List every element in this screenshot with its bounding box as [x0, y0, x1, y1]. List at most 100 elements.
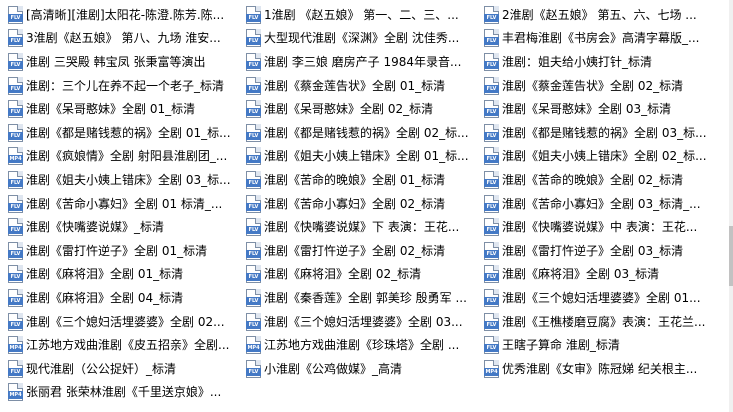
flv-file-icon: FLV: [246, 29, 261, 48]
mp4-file-icon: MP4: [246, 336, 261, 355]
file-name: 张丽君 张荣林淮剧《千里送京娘》...: [26, 385, 222, 400]
file-item[interactable]: FLV 现代淮剧（公公捉奸）_标清: [8, 357, 238, 381]
file-item[interactable]: FLV 淮剧《雷打忤逆子》全剧 02_标清: [246, 239, 476, 263]
file-item[interactable]: FLV 淮剧《雷打忤逆子》全剧 01_标清: [8, 239, 238, 263]
file-item[interactable]: FLV 淮剧《呆哥憨妹》全剧 01_标清: [8, 97, 238, 121]
file-item[interactable]: FLV 淮剧 李三娘 磨房产子 1984年录音...: [246, 50, 476, 74]
flv-file-icon: FLV: [246, 241, 261, 260]
file-item[interactable]: MP4 张丽君 张荣林淮剧《千里送京娘》...: [8, 381, 238, 405]
file-name: 淮剧《秦香莲》全剧 郭美珍 殷勇军 ...: [264, 290, 467, 305]
flv-file-icon: FLV: [246, 312, 261, 331]
file-name: 淮剧《雷打忤逆子》全剧 02_标清: [264, 243, 446, 258]
file-item[interactable]: FLV [高清晰][淮剧]太阳花-陈澄.陈芳.陈...: [8, 3, 238, 27]
file-item[interactable]: FLV 淮剧《苦命小寡妇》全剧 02_标清: [246, 192, 476, 216]
file-name: 淮剧《雷打忤逆子》全剧 01_标清: [26, 243, 208, 258]
flv-file-icon: FLV: [484, 52, 499, 71]
file-name: 淮剧《苦命的晚娘》全剧 01_标清: [264, 172, 446, 187]
vertical-scrollbar[interactable]: [729, 0, 733, 412]
file-item[interactable]: FLV 丰君梅淮剧《书房会》高清字幕版_...: [484, 27, 714, 51]
file-item[interactable]: FLV 淮剧《雷打忤逆子》全剧 03_标清: [484, 239, 714, 263]
file-item[interactable]: FLV 淮剧《快嘴婆说媒》下 表演：王花...: [246, 215, 476, 239]
file-item[interactable]: FLV 淮剧《麻将泪》全剧 02_标清: [246, 263, 476, 287]
file-item[interactable]: FLV 淮剧：姐夫给小姨打针_标清: [484, 50, 714, 74]
file-name: 淮剧《呆哥憨妹》全剧 03_标清: [502, 102, 672, 117]
file-item[interactable]: FLV 淮剧《都是赌钱惹的祸》全剧 01_标...: [8, 121, 238, 145]
scrollbar-thumb[interactable]: [729, 226, 733, 286]
flv-file-icon: FLV: [246, 170, 261, 189]
file-item[interactable]: FLV 淮剧《姐夫小姨上错床》全剧 01_标...: [246, 145, 476, 169]
file-name: 淮剧《疯娘情》全剧 射阳县淮剧团_...: [26, 149, 228, 164]
flv-file-icon: FLV: [8, 52, 23, 71]
file-item[interactable]: FLV 王瞎子算命 淮剧_标清: [484, 333, 714, 357]
file-item[interactable]: FLV 淮剧《苦命小寡妇》全剧 01 标清_...: [8, 192, 238, 216]
file-item[interactable]: FLV 大型现代淮剧《深渊》全剧 沈佳秀...: [246, 27, 476, 51]
file-name: 淮剧《都是赌钱惹的祸》全剧 02_标...: [264, 125, 469, 140]
file-item[interactable]: FLV 淮剧《麻将泪》全剧 04_标清: [8, 286, 238, 310]
file-item[interactable]: FLV 淮剧《麻将泪》全剧 01_标清: [8, 263, 238, 287]
flv-file-icon: FLV: [246, 52, 261, 71]
flv-file-icon: FLV: [484, 123, 499, 142]
file-item[interactable]: FLV 淮剧《都是赌钱惹的祸》全剧 02_标...: [246, 121, 476, 145]
flv-file-icon: FLV: [8, 288, 23, 307]
file-name: 淮剧《苦命小寡妇》全剧 02_标清: [264, 196, 446, 211]
file-item[interactable]: FLV 淮剧《呆哥憨妹》全剧 02_标清: [246, 97, 476, 121]
file-name: 3淮剧《赵五娘》 第八、九场 淮安...: [26, 31, 221, 46]
file-name: 淮剧《姐夫小姨上错床》全剧 02_标...: [502, 149, 707, 164]
flv-file-icon: FLV: [8, 123, 23, 142]
flv-file-icon: FLV: [8, 218, 23, 237]
file-name: 2淮剧《赵五娘》 第五、六、七场 ...: [502, 7, 697, 22]
file-item[interactable]: FLV 淮剧《三个媳妇活埋婆婆》全剧 02...: [8, 310, 238, 334]
file-item[interactable]: FLV 2淮剧《赵五娘》 第五、六、七场 ...: [484, 3, 714, 27]
file-item[interactable]: FLV 淮剧《都是赌钱惹的祸》全剧 03_标...: [484, 121, 714, 145]
file-name: 淮剧：姐夫给小姨打针_标清: [502, 54, 653, 69]
flv-file-icon: FLV: [246, 76, 261, 95]
file-item[interactable]: FLV 小淮剧《公鸡做媒》_高清: [246, 357, 476, 381]
file-item[interactable]: FLV 淮剧：三个儿在养不起一个老子_标清: [8, 74, 238, 98]
file-item[interactable]: MP4 江苏地方戏曲淮剧《珍珠塔》全剧 ...: [246, 333, 476, 357]
flv-file-icon: FLV: [246, 288, 261, 307]
flv-file-icon: FLV: [8, 359, 23, 378]
file-item[interactable]: FLV 淮剧《三个媳妇活埋婆婆》全剧 01...: [484, 286, 714, 310]
file-name: 淮剧《麻将泪》全剧 03_标清: [502, 267, 660, 282]
flv-file-icon: FLV: [246, 123, 261, 142]
mp4-file-icon: MP4: [8, 147, 23, 166]
file-name: 淮剧《都是赌钱惹的祸》全剧 03_标...: [502, 125, 707, 140]
file-name: 优秀淮剧《女审》陈冠娣 纪关根主...: [502, 361, 698, 376]
file-item[interactable]: FLV 淮剧《王樵楼磨豆腐》表演：王花兰...: [484, 310, 714, 334]
file-name: 淮剧《呆哥憨妹》全剧 02_标清: [264, 102, 434, 117]
file-item[interactable]: MP4 优秀淮剧《女审》陈冠娣 纪关根主...: [484, 357, 714, 381]
file-item[interactable]: FLV 淮剧《姐夫小姨上错床》全剧 03_标...: [8, 168, 238, 192]
file-name: 淮剧《姐夫小姨上错床》全剧 01_标...: [264, 149, 469, 164]
flv-file-icon: FLV: [8, 170, 23, 189]
file-item[interactable]: FLV 淮剧《麻将泪》全剧 03_标清: [484, 263, 714, 287]
file-name: 江苏地方戏曲淮剧《皮五招亲》全剧...: [26, 338, 230, 353]
file-name: 江苏地方戏曲淮剧《珍珠塔》全剧 ...: [264, 338, 460, 353]
file-item[interactable]: FLV 淮剧《快嘴婆说媒》_标清: [8, 215, 238, 239]
flv-file-icon: FLV: [484, 218, 499, 237]
flv-file-icon: FLV: [484, 76, 499, 95]
file-item[interactable]: FLV 淮剧 三哭殿 韩宝凤 张秉富等演出: [8, 50, 238, 74]
file-item[interactable]: FLV 淮剧《蔡金莲告状》全剧 01_标清: [246, 74, 476, 98]
file-item[interactable]: FLV 淮剧《苦命的晚娘》全剧 02_标清: [484, 168, 714, 192]
file-item[interactable]: FLV 淮剧《三个媳妇活埋婆婆》全剧 03...: [246, 310, 476, 334]
file-item[interactable]: FLV 3淮剧《赵五娘》 第八、九场 淮安...: [8, 27, 238, 51]
file-name: 淮剧《苦命小寡妇》全剧 03_标清_...: [502, 196, 701, 211]
file-item[interactable]: FLV 淮剧《苦命的晚娘》全剧 01_标清: [246, 168, 476, 192]
file-item[interactable]: FLV 淮剧《蔡金莲告状》全剧 02_标清: [484, 74, 714, 98]
file-item[interactable]: MP4 江苏地方戏曲淮剧《皮五招亲》全剧...: [8, 333, 238, 357]
file-name: 淮剧《快嘴婆说媒》中 表演：王花...: [502, 220, 698, 235]
file-item[interactable]: FLV 淮剧《苦命小寡妇》全剧 03_标清_...: [484, 192, 714, 216]
flv-file-icon: FLV: [246, 194, 261, 213]
flv-file-icon: FLV: [246, 359, 261, 378]
file-item[interactable]: FLV 1淮剧 《赵五娘》 第一、二、三、...: [246, 3, 476, 27]
file-name: 淮剧《王樵楼磨豆腐》表演：王花兰...: [502, 314, 706, 329]
file-item[interactable]: FLV 淮剧《姐夫小姨上错床》全剧 02_标...: [484, 145, 714, 169]
file-name: 淮剧《三个媳妇活埋婆婆》全剧 01...: [502, 290, 701, 305]
file-name: 淮剧《呆哥憨妹》全剧 01_标清: [26, 102, 196, 117]
file-item[interactable]: FLV 淮剧《呆哥憨妹》全剧 03_标清: [484, 97, 714, 121]
file-item[interactable]: MP4 淮剧《疯娘情》全剧 射阳县淮剧团_...: [8, 145, 238, 169]
flv-file-icon: FLV: [8, 312, 23, 331]
file-name: 淮剧《麻将泪》全剧 02_标清: [264, 267, 422, 282]
file-item[interactable]: FLV 淮剧《秦香莲》全剧 郭美珍 殷勇军 ...: [246, 286, 476, 310]
file-item[interactable]: FLV 淮剧《快嘴婆说媒》中 表演：王花...: [484, 215, 714, 239]
